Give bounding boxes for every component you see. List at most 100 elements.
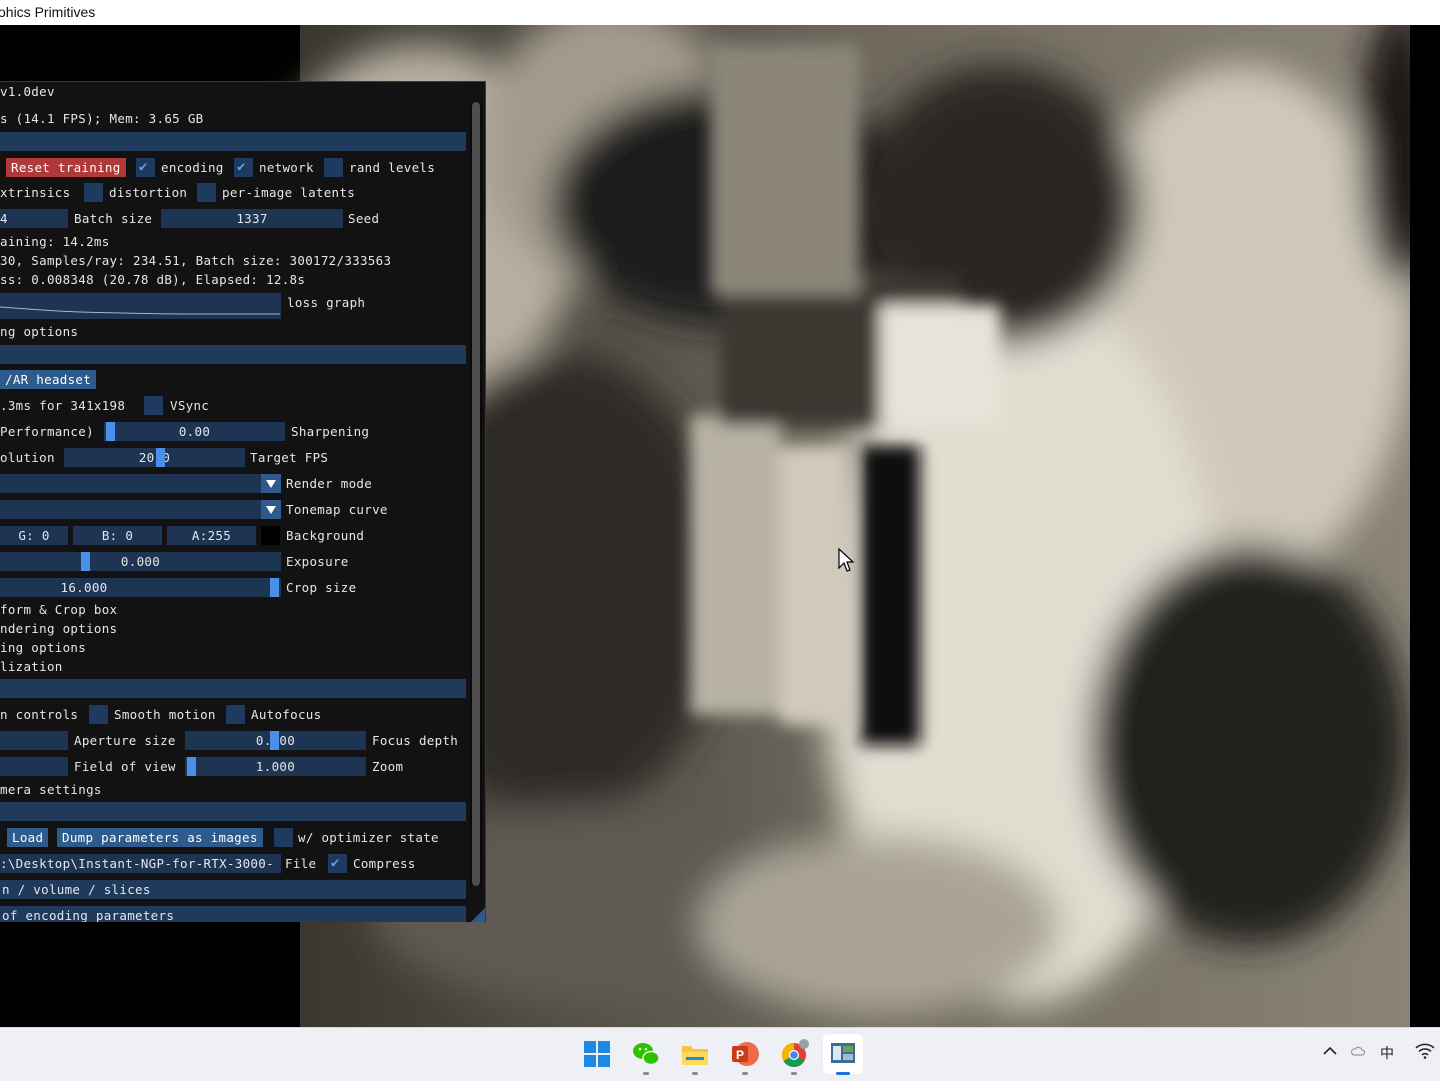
dump-parameters-button[interactable]: Dump parameters as images [57,828,263,847]
distortion-label: distortion [109,185,188,200]
encoding-params-section-header[interactable]: of encoding parameters [0,906,466,922]
autofocus-checkbox[interactable] [226,705,245,724]
loss-text: ss: 0.008348 (20.78 dB), Elapsed: 12.8s [0,272,306,287]
advanced-rendering-node[interactable]: ndering options [0,620,117,638]
chrome-running-indicator [791,1072,797,1075]
batch-size-label: Batch size [74,211,153,226]
zoom-slider-grab[interactable] [187,757,196,776]
aperture-size-label: Aperture size [74,733,176,748]
export-section-label: n / volume / slices [2,882,151,897]
frame-time-text: .3ms for 341x198 [0,398,126,413]
explorer-running-indicator [692,1072,698,1075]
dlss-mode-label: Performance) [0,424,94,439]
focus-depth-slider[interactable]: 0.000 [185,731,366,750]
chevron-down-icon[interactable] [261,500,281,519]
background-g-input[interactable]: G: 0 [0,526,68,545]
ing-options-node[interactable]: ing options [0,639,86,657]
training-options-node[interactable]: ng options [0,323,78,341]
camera-section-header[interactable] [0,679,466,698]
powerpoint-running-indicator [742,1072,748,1075]
background-color-swatch[interactable] [261,526,280,545]
batch-size-input[interactable]: 4 [0,209,68,228]
panel-scrollbar[interactable] [470,102,482,886]
instant-ngp-taskbar-icon[interactable] [823,1034,863,1074]
transform-crop-node[interactable]: form & Crop box [0,601,117,619]
background-b-input[interactable]: B: 0 [73,526,162,545]
extrinsics-label: xtrinsics [0,185,71,200]
sharpening-value: 0.00 [178,424,211,439]
render-mode-label: Render mode [286,476,373,491]
background-a-input[interactable]: A:255 [167,526,256,545]
render-mode-combo[interactable] [0,474,281,493]
zoom-label: Zoom [372,759,404,774]
focus-depth-label: Focus depth [372,733,459,748]
windows-start-icon[interactable] [582,1039,612,1069]
fov-left-input[interactable] [0,757,68,776]
network-label: network [259,160,314,175]
crop-size-label: Crop size [286,580,357,595]
visualization-node[interactable]: lization [0,658,63,676]
target-fps-slider[interactable]: 20.0 [64,448,245,467]
version-text: v1.0dev [0,84,55,99]
tray-cloud-icon[interactable] [1350,1043,1366,1063]
rand-levels-checkbox[interactable] [324,158,343,177]
sharpening-label: Sharpening [291,424,370,439]
panel-resize-grip[interactable] [471,908,485,922]
smooth-motion-label: Smooth motion [114,707,216,722]
chrome-icon[interactable] [779,1039,809,1069]
rand-levels-label: rand levels [349,160,436,175]
window-title: ohics Primitives [0,4,96,20]
camera-controls-label: n controls [0,707,79,722]
snapshot-section-header[interactable] [0,802,466,821]
ime-indicator[interactable]: 中 [1380,1043,1394,1063]
network-checkbox[interactable] [234,158,253,177]
load-button[interactable]: Load [7,828,49,847]
loss-graph-label: loss graph [287,295,366,310]
crop-size-value: 16.000 [60,580,108,595]
reset-training-button[interactable]: Reset training [6,158,126,177]
zoom-slider[interactable]: 1.000 [185,757,366,776]
training-time-text: aining: 14.2ms [0,234,110,249]
seed-input[interactable]: 1337 [161,209,343,228]
sharpening-slider[interactable]: 0.00 [104,422,285,441]
export-section-header[interactable]: n / volume / slices [0,880,466,899]
settings-panel[interactable]: v1.0dev s (14.1 FPS); Mem: 3.65 GB Reset… [0,81,486,922]
camera-settings-node[interactable]: mera settings [0,781,102,799]
exposure-slider[interactable]: 0.000 [0,552,281,571]
wifi-icon[interactable] [1415,1043,1435,1063]
loss-graph [0,293,281,319]
target-fps-value: 20.0 [138,450,171,465]
crop-size-slider[interactable]: 16.000 [0,578,281,597]
optimizer-state-label: w/ optimizer state [298,830,439,845]
focus-depth-slider-grab[interactable] [270,731,279,750]
per-image-latents-checkbox[interactable] [197,183,216,202]
resolution-label: olution [0,450,55,465]
vr-headset-button[interactable]: /AR headset [0,370,97,389]
file-explorer-icon[interactable] [680,1039,710,1069]
optimizer-state-checkbox[interactable] [274,828,293,847]
fps-memory-stats: s (14.1 FPS); Mem: 3.65 GB [0,111,204,126]
per-image-latents-label: per-image latents [222,185,356,200]
aperture-left-input[interactable] [0,731,68,750]
smooth-motion-checkbox[interactable] [89,705,108,724]
vsync-checkbox[interactable] [144,396,163,415]
training-section-header[interactable] [0,132,466,151]
tray-chevron-up-icon[interactable] [1322,1043,1338,1063]
sharpening-slider-grab[interactable] [106,422,115,441]
rendering-section-header[interactable] [0,345,466,364]
exposure-value: 0.000 [120,554,161,569]
tonemap-curve-combo[interactable] [0,500,281,519]
instant-ngp-active-indicator [836,1072,850,1075]
panel-scrollbar-thumb[interactable] [472,102,480,886]
chevron-down-icon[interactable] [261,474,281,493]
powerpoint-icon[interactable]: P [730,1039,760,1069]
snapshot-path-input[interactable]: :\Desktop\Instant-NGP-for-RTX-3000-ar [0,854,281,873]
distortion-checkbox[interactable] [84,183,103,202]
wechat-icon[interactable] [631,1039,661,1069]
target-fps-slider-grab[interactable] [156,448,165,467]
encoding-checkbox[interactable] [136,158,155,177]
compress-checkbox[interactable] [328,854,347,873]
crop-size-slider-grab[interactable] [270,578,279,597]
seed-label: Seed [348,211,380,226]
exposure-slider-grab[interactable] [81,552,90,571]
